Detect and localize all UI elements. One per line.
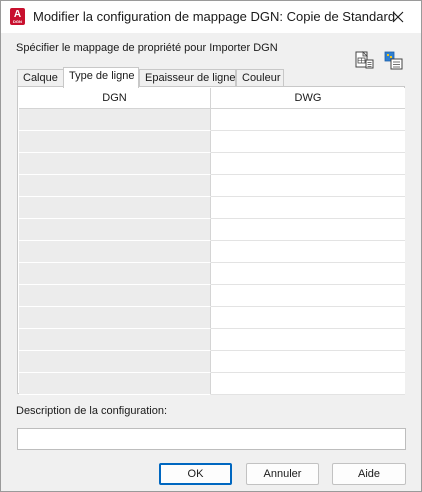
grid-row[interactable] — [19, 351, 405, 373]
import-mapping-button[interactable] — [382, 50, 404, 71]
export-mapping-button[interactable] — [353, 50, 375, 71]
dwg-cell[interactable] — [211, 241, 405, 263]
dwg-cell[interactable] — [211, 329, 405, 351]
description-label-text: Description de la configuration: — [16, 405, 168, 417]
grid-row[interactable] — [19, 285, 405, 307]
mapping-panel: DGN DWG — [17, 86, 405, 395]
tab-label: Epaisseur de ligne — [145, 72, 236, 84]
dgn-cell[interactable] — [19, 373, 211, 395]
import-mapping-icon — [384, 51, 403, 70]
dwg-cell[interactable] — [211, 131, 405, 153]
grid-row[interactable] — [19, 219, 405, 241]
column-header-dwg[interactable]: DWG — [211, 88, 405, 108]
window-title: Modifier la configuration de mappage DGN… — [33, 9, 396, 24]
tab-type-de-ligne[interactable]: Type de ligne — [63, 67, 139, 88]
export-mapping-icon — [355, 51, 374, 69]
grid-row[interactable] — [19, 197, 405, 219]
dgn-cell[interactable] — [19, 131, 211, 153]
cancel-button[interactable]: Annuler — [246, 463, 319, 485]
dwg-cell[interactable] — [211, 109, 405, 131]
tab-label: Type de ligne — [69, 70, 135, 82]
dgn-cell[interactable] — [19, 175, 211, 197]
grid-row[interactable] — [19, 241, 405, 263]
tab-couleur[interactable]: Couleur — [236, 69, 284, 87]
dwg-cell[interactable] — [211, 263, 405, 285]
grid-row[interactable] — [19, 263, 405, 285]
tab-label: Calque — [23, 72, 58, 84]
ok-button[interactable]: OK — [159, 463, 232, 485]
dwg-cell[interactable] — [211, 153, 405, 175]
dgn-cell[interactable] — [19, 241, 211, 263]
dgn-cell[interactable] — [19, 329, 211, 351]
app-icon-sub: DGN — [13, 19, 22, 24]
grid-row[interactable] — [19, 307, 405, 329]
dwg-cell[interactable] — [211, 307, 405, 329]
help-button[interactable]: Aide — [332, 463, 406, 485]
grid-row[interactable] — [19, 329, 405, 351]
dwg-cell[interactable] — [211, 373, 405, 395]
dialog-window: A DGN Modifier la configuration de mappa… — [0, 0, 422, 492]
tab-label: Couleur — [242, 72, 281, 84]
instruction-text: Spécifier le mappage de propriété pour I… — [16, 42, 278, 54]
dwg-cell[interactable] — [211, 219, 405, 241]
grid-row[interactable] — [19, 175, 405, 197]
dgn-cell[interactable] — [19, 285, 211, 307]
dwg-cell[interactable] — [211, 175, 405, 197]
mapping-grid: DGN DWG — [19, 88, 405, 395]
dgn-cell[interactable] — [19, 109, 211, 131]
grid-header: DGN DWG — [19, 88, 405, 109]
close-button[interactable] — [375, 1, 421, 33]
dwg-cell[interactable] — [211, 197, 405, 219]
grid-row[interactable] — [19, 153, 405, 175]
description-label: Description de la configuration: — [16, 405, 167, 417]
close-icon — [392, 11, 404, 23]
autocad-app-icon: A DGN — [10, 8, 25, 25]
grid-row[interactable] — [19, 109, 405, 131]
column-header-dgn[interactable]: DGN — [19, 88, 211, 108]
dwg-cell[interactable] — [211, 285, 405, 307]
dgn-cell[interactable] — [19, 263, 211, 285]
dgn-cell[interactable] — [19, 351, 211, 373]
dgn-cell[interactable] — [19, 197, 211, 219]
description-field[interactable] — [17, 428, 406, 450]
dgn-cell[interactable] — [19, 307, 211, 329]
title-bar: A DGN Modifier la configuration de mappa… — [1, 1, 421, 33]
dwg-cell[interactable] — [211, 351, 405, 373]
dgn-cell[interactable] — [19, 153, 211, 175]
dgn-cell[interactable] — [19, 219, 211, 241]
tab-epaisseur-de-ligne[interactable]: Epaisseur de ligne — [139, 69, 236, 87]
grid-row[interactable] — [19, 373, 405, 395]
grid-row[interactable] — [19, 131, 405, 153]
tab-calque[interactable]: Calque — [17, 69, 64, 87]
grid-body — [19, 109, 405, 395]
